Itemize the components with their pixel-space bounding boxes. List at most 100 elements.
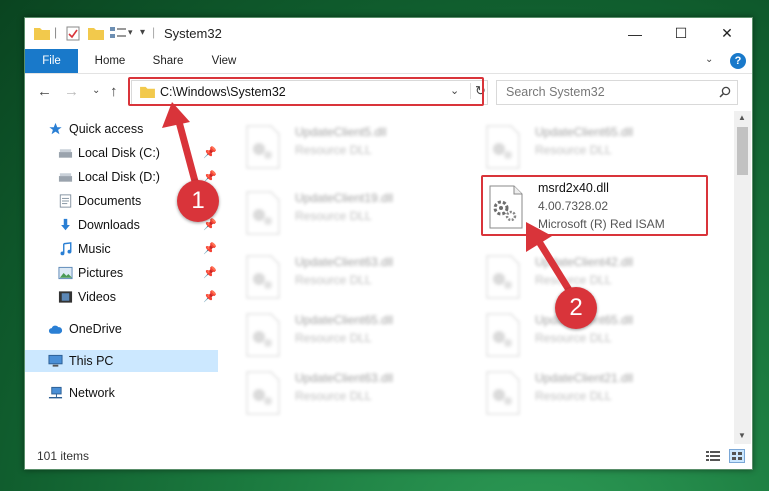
- step-2-badge: 2: [555, 287, 597, 329]
- forward-arrow-icon[interactable]: →: [64, 83, 79, 100]
- cloud-icon: [48, 325, 63, 334]
- file-name: UpdateClient5.dll: [295, 125, 387, 139]
- sidebar-item-label: Music: [78, 242, 111, 256]
- file-type: Resource DLL: [535, 143, 612, 157]
- ribbon-tabs: File Home Share View ⌄ ?: [25, 49, 752, 74]
- dll-file-icon: [486, 255, 520, 299]
- sidebar-item-label: This PC: [69, 354, 114, 368]
- status-bar: 101 items: [25, 444, 752, 469]
- maximize-button[interactable]: ☐: [658, 18, 704, 49]
- file-tile[interactable]: UpdateClient63.dll Resource DLL: [243, 365, 473, 421]
- view-options-icon[interactable]: [110, 26, 126, 40]
- star-icon: [49, 122, 62, 135]
- close-button[interactable]: ✕: [704, 18, 750, 49]
- qat-separator: |: [54, 25, 58, 39]
- tab-share[interactable]: Share: [143, 49, 193, 73]
- dll-file-icon: [486, 371, 520, 415]
- dll-file-icon: [246, 313, 280, 357]
- tab-view[interactable]: View: [199, 49, 249, 73]
- file-tile[interactable]: UpdateClient63.dll Resource DLL: [243, 249, 473, 305]
- videos-icon: [58, 291, 73, 303]
- sidebar-item-pictures[interactable]: Pictures 📌: [25, 262, 218, 284]
- sidebar-item-label: OneDrive: [69, 322, 122, 336]
- sidebar-item-this-pc[interactable]: This PC: [25, 350, 218, 372]
- sidebar-item-label: Videos: [78, 290, 116, 304]
- details-view-icon[interactable]: [706, 450, 720, 462]
- file-type: Resource DLL: [295, 209, 372, 223]
- file-name: UpdateClient21.dll: [535, 371, 634, 385]
- music-icon: [60, 242, 72, 256]
- file-name: UpdateClient63.dll: [295, 371, 394, 385]
- tab-home[interactable]: Home: [85, 49, 135, 73]
- file-type: Resource DLL: [295, 389, 372, 403]
- file-type: Resource DLL: [295, 273, 372, 287]
- sidebar-item-videos[interactable]: Videos 📌: [25, 286, 218, 308]
- window-title: System32: [164, 26, 222, 41]
- vertical-scrollbar[interactable]: ▲ ▼: [734, 111, 751, 444]
- recent-locations-icon[interactable]: ⌄: [92, 85, 100, 96]
- sidebar-item-onedrive[interactable]: OneDrive: [25, 318, 218, 340]
- sidebar-item-label: Quick access: [69, 122, 144, 136]
- dll-file-icon: [486, 313, 520, 357]
- file-type: Resource DLL: [295, 331, 372, 345]
- large-icons-view-icon[interactable]: [729, 449, 745, 463]
- sidebar-item-label: Local Disk (D:): [78, 170, 160, 184]
- tab-file[interactable]: File: [25, 49, 78, 73]
- dll-file-icon: [486, 125, 520, 169]
- chevron-down-icon[interactable]: ▾: [128, 27, 133, 38]
- file-name: UpdateClient65.dll: [535, 125, 634, 139]
- search-placeholder: Search System32: [506, 85, 605, 99]
- computer-icon: [48, 354, 63, 367]
- help-icon[interactable]: ?: [730, 53, 746, 69]
- pin-icon[interactable]: 📌: [203, 242, 217, 255]
- scrollbar-thumb[interactable]: [737, 127, 748, 175]
- file-tile[interactable]: UpdateClient5.dll Resource DLL: [243, 119, 473, 175]
- file-tile[interactable]: UpdateClient65.dll Resource DLL: [243, 307, 473, 363]
- drive-icon: [58, 173, 73, 182]
- file-tile[interactable]: UpdateClient65.dll Resource DLL: [483, 307, 713, 363]
- scroll-down-icon[interactable]: ▼: [738, 431, 746, 440]
- search-icon[interactable]: [719, 86, 731, 98]
- dll-file-icon: [246, 125, 280, 169]
- sidebar-item-label: Network: [69, 386, 115, 400]
- file-name: UpdateClient19.dll: [295, 191, 394, 205]
- dll-file-icon: [246, 255, 280, 299]
- drive-icon: [58, 149, 73, 158]
- documents-icon: [59, 194, 72, 208]
- sidebar-item-label: Downloads: [78, 218, 140, 232]
- file-name: UpdateClient65.dll: [295, 313, 394, 327]
- download-icon: [61, 218, 70, 231]
- file-type: Resource DLL: [535, 389, 612, 403]
- sidebar-item-network[interactable]: Network: [25, 382, 218, 404]
- new-folder-icon[interactable]: [88, 26, 104, 40]
- pin-icon[interactable]: 📌: [203, 290, 217, 303]
- scroll-up-icon[interactable]: ▲: [738, 113, 746, 122]
- sidebar-item-label: Pictures: [78, 266, 124, 280]
- item-count: 101 items: [37, 449, 90, 463]
- up-arrow-icon[interactable]: ↑: [110, 83, 118, 100]
- customize-qat-icon[interactable]: ▾: [140, 27, 145, 38]
- search-input[interactable]: Search System32: [496, 80, 738, 105]
- file-name: UpdateClient63.dll: [295, 255, 394, 269]
- title-bar: | ▾ ▾ | System32 — ☐ ✕: [25, 18, 752, 49]
- file-list: UpdateClient5.dll Resource DLL UpdateCli…: [221, 111, 734, 444]
- expand-ribbon-icon[interactable]: ⌄: [705, 54, 713, 65]
- file-tile[interactable]: UpdateClient21.dll Resource DLL: [483, 365, 713, 421]
- sidebar-item-music[interactable]: Music 📌: [25, 238, 218, 260]
- back-arrow-icon[interactable]: ←: [37, 83, 52, 100]
- file-type: Resource DLL: [295, 143, 372, 157]
- file-tile[interactable]: UpdateClient42.dll Resource DLL: [483, 249, 713, 305]
- pictures-icon: [58, 266, 73, 280]
- pin-icon[interactable]: 📌: [203, 266, 217, 279]
- file-tile[interactable]: UpdateClient19.dll Resource DLL: [243, 185, 473, 241]
- dll-file-icon: [246, 191, 280, 235]
- properties-icon[interactable]: [66, 26, 80, 41]
- sidebar-item-label: Local Disk (C:): [78, 146, 160, 160]
- folder-icon: [34, 28, 50, 40]
- file-tile[interactable]: UpdateClient65.dll Resource DLL: [483, 119, 713, 175]
- file-type: Resource DLL: [535, 331, 612, 345]
- network-icon: [48, 386, 63, 399]
- minimize-button[interactable]: —: [612, 18, 658, 49]
- title-separator: |: [152, 25, 156, 39]
- file-highlight: [481, 175, 708, 236]
